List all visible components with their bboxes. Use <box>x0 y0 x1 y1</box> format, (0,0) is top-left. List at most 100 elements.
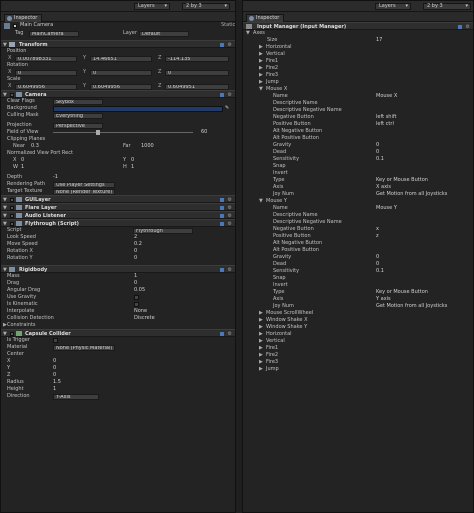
center-x-value[interactable]: 0 <box>53 358 56 365</box>
fold-triangle-icon[interactable]: ▶ <box>259 366 263 373</box>
center-y-value[interactable]: 0 <box>53 365 56 372</box>
transform-header[interactable]: ▼ Transform ⚙ <box>1 40 235 48</box>
layers-dropdown[interactable]: Layers <box>375 3 411 10</box>
look-speed-value[interactable]: 2 <box>134 234 137 241</box>
field-value[interactable]: z <box>376 233 379 240</box>
guilayer-header[interactable]: ▼ GUILayer ⚙ <box>1 195 235 203</box>
fold-triangle-icon[interactable]: ▶ <box>259 359 263 366</box>
enabled-checkbox[interactable] <box>10 332 14 336</box>
enabled-checkbox[interactable] <box>10 222 14 226</box>
field-value[interactable]: Get Motion from all Joysticks <box>376 191 447 198</box>
enabled-checkbox[interactable] <box>10 93 14 97</box>
axis-item-collapsed[interactable]: ▶ Jump <box>243 366 473 373</box>
enabled-checkbox[interactable] <box>10 198 14 202</box>
rotation-x-value[interactable]: 0 <box>134 248 137 255</box>
fold-triangle-icon[interactable]: ▶ <box>259 352 263 359</box>
help-book-icon[interactable] <box>220 332 224 336</box>
help-book-icon[interactable] <box>220 198 224 202</box>
enabled-checkbox[interactable] <box>10 214 14 218</box>
fold-triangle-icon[interactable]: ▶ <box>259 317 263 324</box>
axis-item-collapsed[interactable]: ▶ Fire2 <box>243 65 473 72</box>
fold-triangle-icon[interactable]: ▶ <box>259 324 263 331</box>
axes-row[interactable]: ▼ Axes <box>243 30 473 37</box>
fold-triangle-icon[interactable]: ▶ <box>259 79 263 86</box>
move-speed-value[interactable]: 0.2 <box>134 241 142 248</box>
tag-dropdown[interactable]: MainCamera <box>29 31 79 37</box>
camera-header[interactable]: ▼ Camera ⚙ <box>1 90 235 98</box>
audio-listener-header[interactable]: ▼ Audio Listener ⚙ <box>1 211 235 219</box>
capsule-collider-header[interactable]: ▼ Capsule Collider ⚙ <box>1 329 235 337</box>
field-value[interactable]: 0 <box>376 149 379 156</box>
height-value[interactable]: 1 <box>53 386 56 393</box>
field-value[interactable]: Mouse X <box>376 93 397 100</box>
help-book-icon[interactable] <box>220 43 224 47</box>
axis-item-collapsed[interactable]: ▶ Window Shake Y <box>243 324 473 331</box>
field-value[interactable]: x <box>376 226 379 233</box>
field-value[interactable]: Key or Mouse Button <box>376 177 428 184</box>
field-value[interactable]: 0 <box>376 261 379 268</box>
help-book-icon[interactable] <box>220 214 224 218</box>
help-book-icon[interactable] <box>458 25 462 29</box>
fov-slider[interactable] <box>53 132 193 133</box>
axis-item-collapsed[interactable]: ▶ Horizontal <box>243 331 473 338</box>
fold-triangle-icon[interactable]: ▼ <box>259 198 263 205</box>
fold-triangle-icon[interactable]: ▶ <box>259 51 263 58</box>
help-book-icon[interactable] <box>220 93 224 97</box>
axis-item-collapsed[interactable]: ▶ Horizontal <box>243 44 473 51</box>
layers-dropdown[interactable]: Layers <box>134 3 170 10</box>
help-book-icon[interactable] <box>220 206 224 210</box>
culling-mask-dropdown[interactable]: Everything <box>53 113 103 119</box>
size-value[interactable]: 17 <box>376 37 382 44</box>
fold-triangle-icon[interactable]: ▶ <box>259 44 263 51</box>
axis-item-collapsed[interactable]: ▶ Fire3 <box>243 359 473 366</box>
fold-triangle-icon[interactable]: ▶ <box>259 345 263 352</box>
fold-triangle-icon[interactable]: ▼ <box>259 86 263 93</box>
angular-drag-value[interactable]: 0.05 <box>134 287 145 294</box>
axis-item-collapsed[interactable]: ▶ Jump <box>243 79 473 86</box>
constraints-row[interactable]: ▶ Constraints <box>1 322 235 329</box>
field-value[interactable]: Key or Mouse Button <box>376 289 428 296</box>
field-value[interactable]: Y axis <box>376 296 391 303</box>
h-value[interactable]: 1 <box>131 164 134 171</box>
direction-dropdown[interactable]: Y-Axis <box>53 394 99 400</box>
field-value[interactable]: left shift <box>376 114 396 121</box>
rotation-y-value[interactable]: 0 <box>134 255 137 262</box>
x-value[interactable]: 0 <box>21 157 24 164</box>
input-manager-header[interactable]: Input Manager (Input Manager) ⚙ <box>243 22 473 30</box>
far-value[interactable]: 1000 <box>141 143 154 150</box>
field-value[interactable]: Get Motion from all Joysticks <box>376 303 447 310</box>
field-value[interactable]: left ctrl <box>376 121 394 128</box>
axis-item-collapsed[interactable]: ▶ Fire1 <box>243 58 473 65</box>
flythrough-header[interactable]: ▼ Flythrough (Script) ⚙ <box>1 219 235 227</box>
axis-item-mouse-x[interactable]: ▼ Mouse X <box>243 86 473 93</box>
use-gravity-checkbox[interactable] <box>134 295 139 300</box>
gameobject-name[interactable]: Main Camera <box>20 22 53 29</box>
tab-inspector[interactable]: Inspector <box>246 14 285 22</box>
axis-item-collapsed[interactable]: ▶ Vertical <box>243 51 473 58</box>
mass-value[interactable]: 1 <box>134 273 137 280</box>
rigidbody-header[interactable]: ▼ Rigidbody ⚙ <box>1 265 235 273</box>
fold-triangle-icon[interactable]: ▶ <box>259 58 263 65</box>
static-label[interactable]: Static <box>221 22 235 29</box>
fold-triangle-icon[interactable]: ▶ <box>259 72 263 79</box>
help-book-icon[interactable] <box>220 268 224 272</box>
interpolate-dropdown[interactable]: None <box>134 308 147 315</box>
fold-triangle-icon[interactable]: ▼ <box>246 30 250 37</box>
layout-dropdown[interactable]: 2 by 3 <box>423 3 471 10</box>
eyedropper-icon[interactable]: ✎ <box>225 105 229 112</box>
axis-item-collapsed[interactable]: ▶ Mouse ScrollWheel <box>243 310 473 317</box>
axis-item-mouse-y[interactable]: ▼ Mouse Y <box>243 198 473 205</box>
tab-inspector[interactable]: Inspector <box>4 14 43 22</box>
fold-triangle-icon[interactable]: ▶ <box>259 331 263 338</box>
field-value[interactable]: 0.1 <box>376 268 384 275</box>
fov-slider-thumb[interactable] <box>96 130 100 135</box>
field-value[interactable]: 0 <box>376 254 379 261</box>
axis-item-collapsed[interactable]: ▶ Fire1 <box>243 345 473 352</box>
y-value[interactable]: 0 <box>131 157 134 164</box>
flare-layer-header[interactable]: ▼ Flare Layer ⚙ <box>1 203 235 211</box>
drag-value[interactable]: 0 <box>134 280 137 287</box>
is-kinematic-checkbox[interactable] <box>134 302 139 307</box>
fold-triangle-icon[interactable]: ▶ <box>259 310 263 317</box>
layout-dropdown[interactable]: 2 by 3 <box>182 3 230 10</box>
collision-detection-dropdown[interactable]: Discrete <box>134 315 155 322</box>
